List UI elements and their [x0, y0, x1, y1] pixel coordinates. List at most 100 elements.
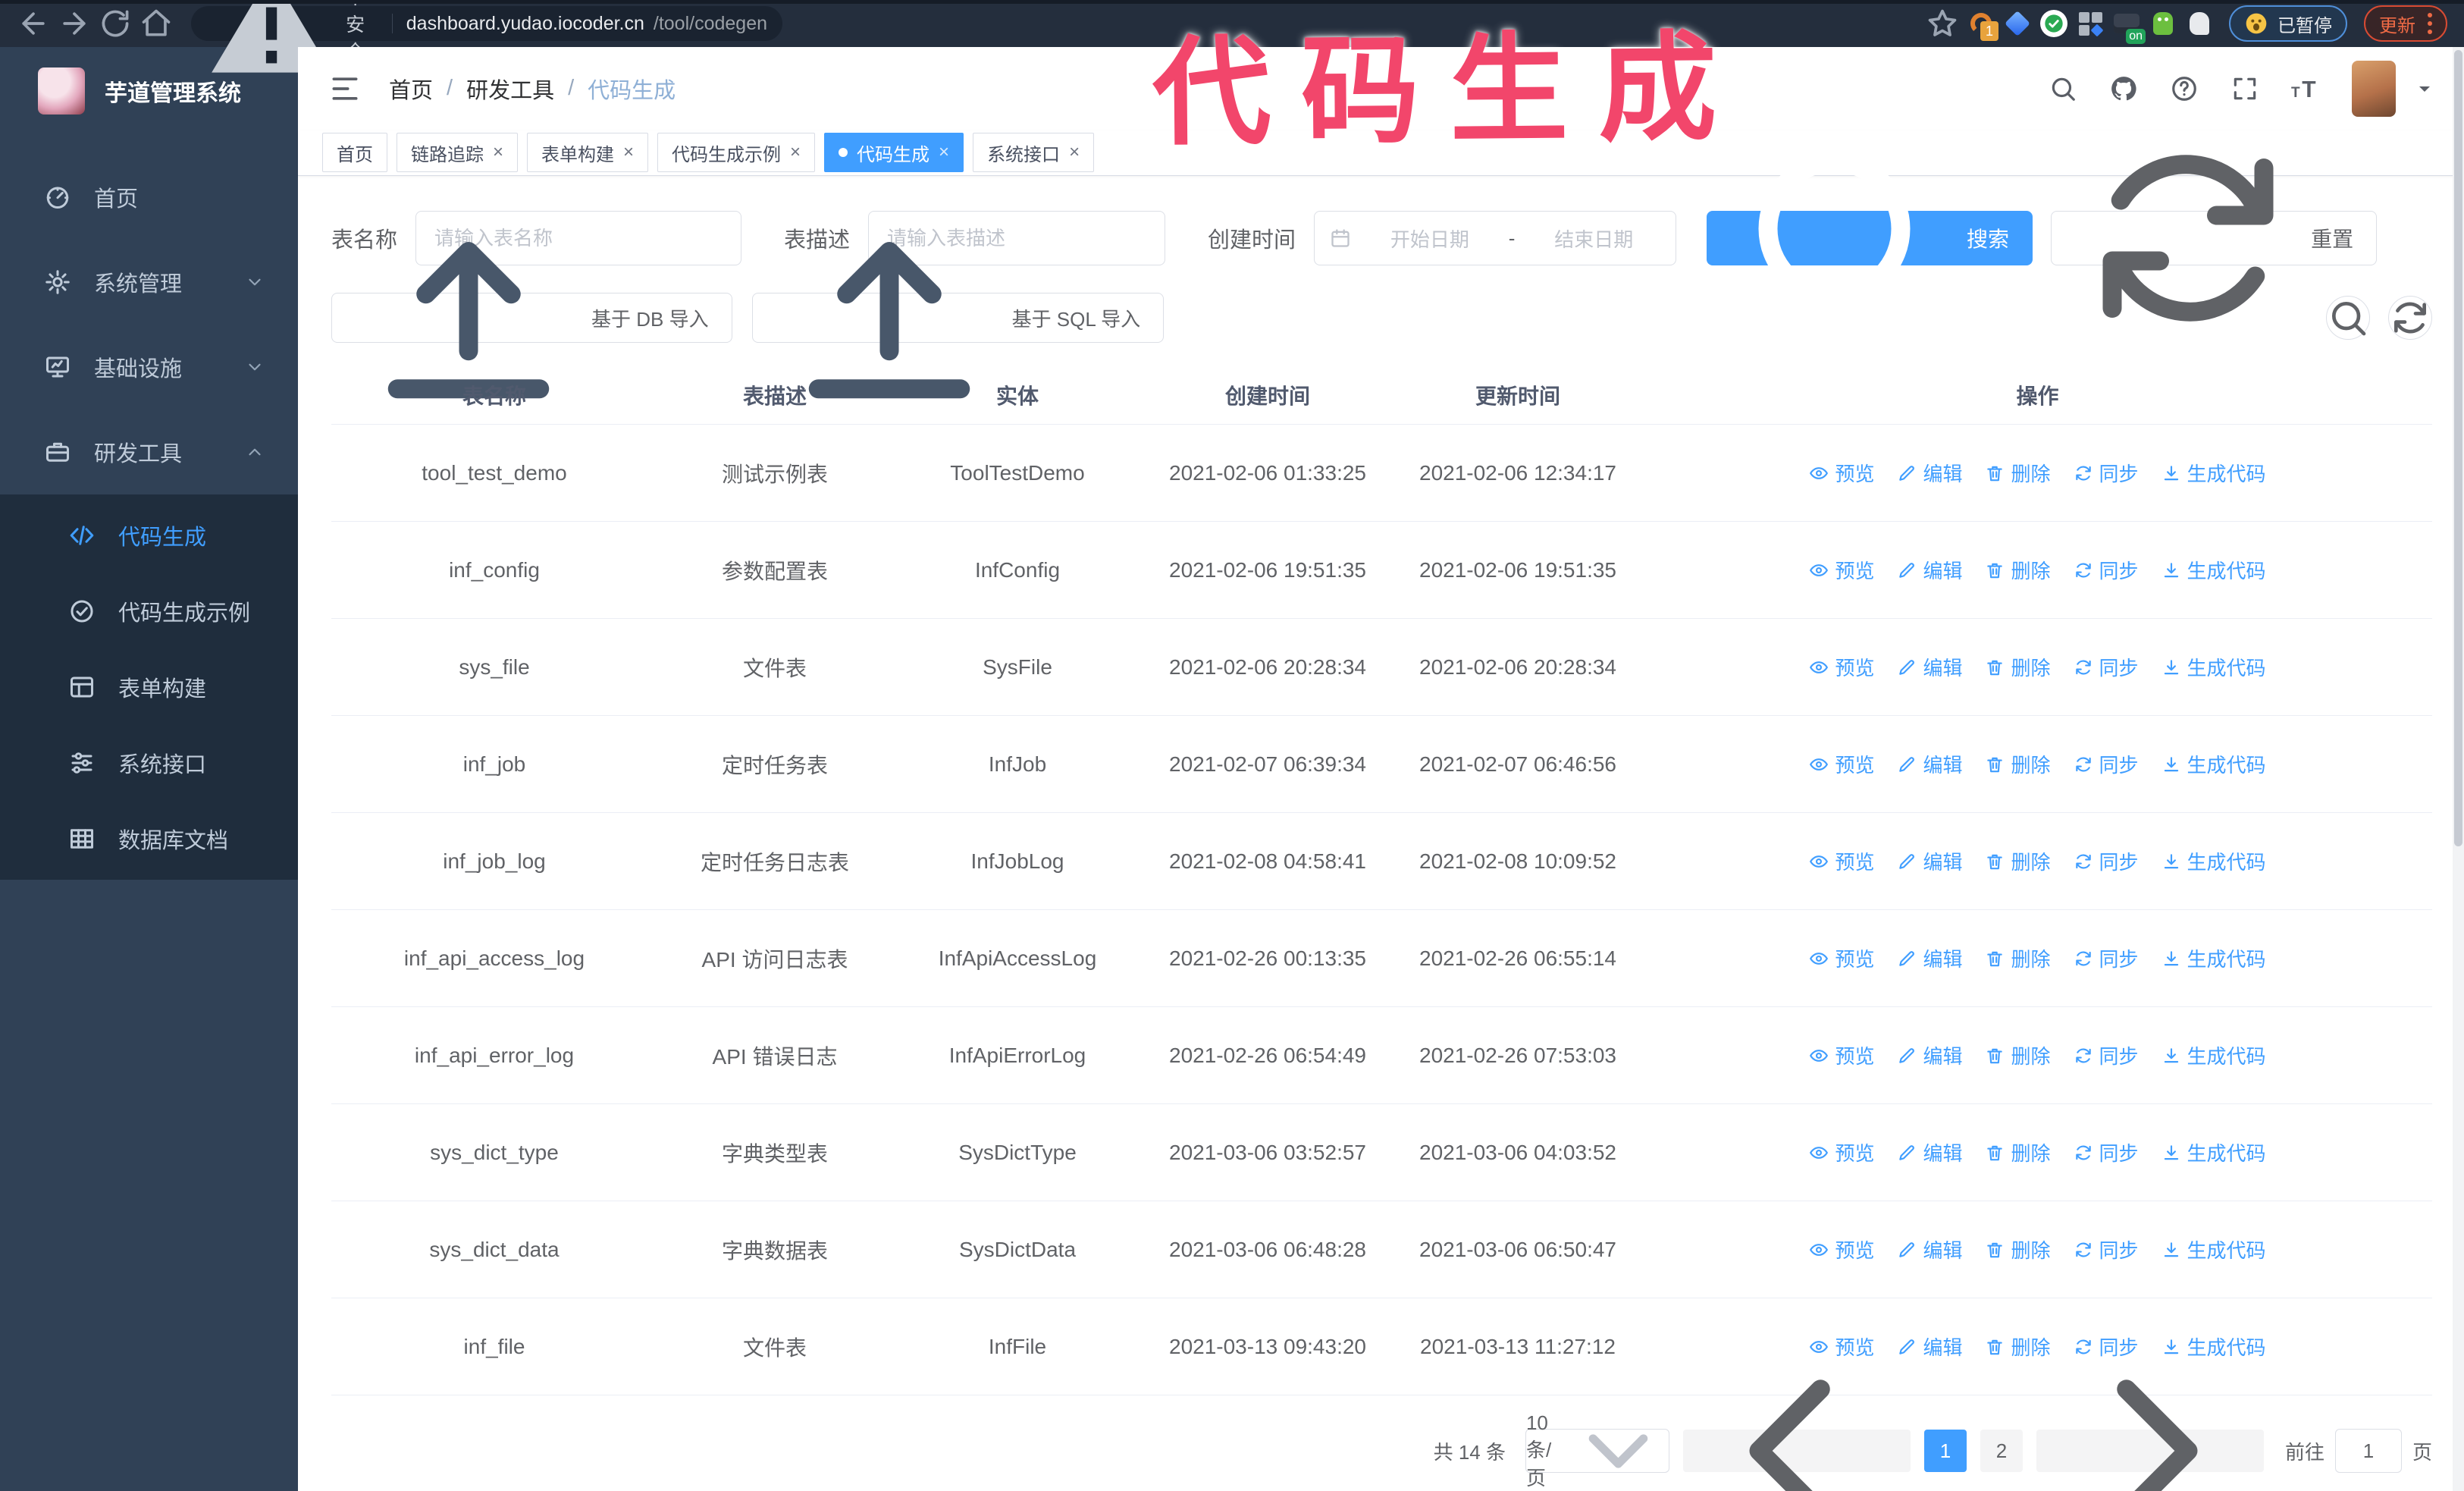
extension-droid[interactable] [2149, 9, 2177, 38]
edit-link[interactable]: 编辑 [1897, 653, 1962, 681]
delete-link[interactable]: 删除 [1985, 556, 2051, 584]
sync-link[interactable]: 同步 [2074, 459, 2139, 487]
view-tab-1[interactable]: 链路追踪 × [397, 133, 519, 173]
extension-orange-ring[interactable]: 1 [1967, 9, 1998, 41]
delete-link[interactable]: 删除 [1985, 944, 2051, 972]
tab-close-icon[interactable]: × [493, 142, 503, 163]
extension-grid[interactable] [2076, 9, 2105, 38]
sidebar-toggle-button[interactable] [328, 72, 362, 105]
generate-code-link[interactable]: 生成代码 [2161, 556, 2266, 584]
preview-link[interactable]: 预览 [1809, 1138, 1874, 1166]
sync-link[interactable]: 同步 [2074, 944, 2139, 972]
preview-link[interactable]: 预览 [1809, 1235, 1874, 1263]
generate-code-link[interactable]: 生成代码 [2161, 944, 2266, 972]
preview-link[interactable]: 预览 [1809, 1041, 1874, 1069]
generate-code-link[interactable]: 生成代码 [2161, 1138, 2266, 1166]
sync-link[interactable]: 同步 [2074, 556, 2139, 584]
sidebar-item-sub-2[interactable]: 表单构建 [0, 649, 298, 725]
sync-link[interactable]: 同步 [2074, 847, 2139, 875]
sync-link[interactable]: 同步 [2074, 653, 2139, 681]
view-tab-4[interactable]: 代码生成 × [824, 133, 964, 173]
goto-page-input[interactable] [2334, 1429, 2402, 1473]
sidebar-item-1[interactable]: 系统管理 [0, 240, 298, 325]
view-tab-0[interactable]: 首页 [322, 133, 387, 173]
delete-link[interactable]: 删除 [1985, 847, 2051, 875]
edit-link[interactable]: 编辑 [1897, 847, 1962, 875]
edit-link[interactable]: 编辑 [1897, 556, 1962, 584]
delete-link[interactable]: 删除 [1985, 1235, 2051, 1263]
toggle-search-button[interactable] [2326, 296, 2370, 340]
breadcrumb-dev-tools[interactable]: 研发工具 [466, 73, 554, 105]
delete-link[interactable]: 删除 [1985, 1138, 2051, 1166]
edit-link[interactable]: 编辑 [1897, 944, 1962, 972]
sidebar-item-sub-4[interactable]: 数据库文档 [0, 801, 298, 877]
address-bar[interactable]: 不安全 dashboard.yudao.iocoder.cn/tool/code… [191, 0, 782, 73]
reset-button[interactable]: 重置 [2051, 155, 2378, 322]
import-sql-button[interactable]: 基于 SQL 导入 [751, 242, 1165, 399]
preview-link[interactable]: 预览 [1809, 556, 1874, 584]
preview-link[interactable]: 预览 [1809, 459, 1874, 487]
tab-close-icon[interactable]: × [623, 142, 634, 163]
generate-code-link[interactable]: 生成代码 [2161, 459, 2266, 487]
extension-ghost[interactable] [2185, 9, 2214, 38]
sidebar-item-0[interactable]: 首页 [0, 155, 298, 240]
page-scrollbar[interactable] [2453, 47, 2464, 1491]
edit-link[interactable]: 编辑 [1897, 750, 1962, 778]
tab-close-icon[interactable]: × [939, 142, 949, 163]
import-db-button[interactable]: 基于 DB 导入 [331, 242, 732, 399]
sync-link[interactable]: 同步 [2074, 1041, 2139, 1069]
generate-code-link[interactable]: 生成代码 [2161, 653, 2266, 681]
edit-link[interactable]: 编辑 [1897, 1235, 1962, 1263]
prev-page-button[interactable] [1682, 1380, 1911, 1491]
font-size-icon[interactable]: TT [2291, 74, 2320, 103]
sync-link[interactable]: 同步 [2074, 1138, 2139, 1166]
search-button[interactable]: 搜索 [1707, 152, 2033, 333]
page-size-select[interactable]: 10条/页 [1525, 1411, 1669, 1489]
tab-close-icon[interactable]: × [790, 142, 801, 163]
user-avatar[interactable] [2352, 60, 2396, 117]
delete-link[interactable]: 删除 [1985, 750, 2051, 778]
page-button-1[interactable]: 1 [1923, 1430, 1967, 1472]
view-tab-2[interactable]: 表单构建 × [527, 133, 649, 173]
edit-link[interactable]: 编辑 [1897, 459, 1962, 487]
delete-link[interactable]: 删除 [1985, 459, 2051, 487]
sidebar-item-2[interactable]: 基础设施 [0, 325, 298, 410]
browser-back-button[interactable] [17, 7, 50, 40]
sidebar-item-sub-3[interactable]: 系统接口 [0, 725, 298, 801]
page-button-2[interactable]: 2 [1980, 1430, 2023, 1472]
sync-link[interactable]: 同步 [2074, 1235, 2139, 1263]
browser-reload-button[interactable] [99, 7, 132, 40]
header-search-icon[interactable] [2049, 74, 2077, 103]
chrome-menu-dots-icon[interactable] [2428, 13, 2432, 34]
extension-gem[interactable] [2003, 9, 2032, 38]
generate-code-link[interactable]: 生成代码 [2161, 750, 2266, 778]
sidebar-item-sub-1[interactable]: 代码生成示例 [0, 573, 298, 649]
view-tab-5[interactable]: 系统接口 × [973, 133, 1095, 173]
tab-close-icon[interactable]: × [1069, 142, 1080, 163]
scrollbar-thumb[interactable] [2454, 50, 2462, 846]
browser-home-button[interactable] [140, 7, 173, 40]
browser-forward-button[interactable] [58, 7, 91, 40]
bookmark-star-button[interactable] [1926, 7, 1959, 40]
profile-paused-pill[interactable]: 已暂停 [2229, 5, 2347, 42]
generate-code-link[interactable]: 生成代码 [2161, 1235, 2266, 1263]
sync-link[interactable]: 同步 [2074, 750, 2139, 778]
sidebar-item-sub-0[interactable]: 代码生成 [0, 498, 298, 573]
browser-update-button[interactable]: 更新 [2364, 5, 2447, 42]
delete-link[interactable]: 删除 [1985, 653, 2051, 681]
next-page-button[interactable] [2036, 1380, 2264, 1491]
preview-link[interactable]: 预览 [1809, 750, 1874, 778]
generate-code-link[interactable]: 生成代码 [2161, 1041, 2266, 1069]
fullscreen-icon[interactable] [2230, 74, 2259, 103]
generate-code-link[interactable]: 生成代码 [2161, 847, 2266, 875]
refresh-table-button[interactable] [2388, 296, 2432, 340]
preview-link[interactable]: 预览 [1809, 944, 1874, 972]
date-range-picker[interactable]: 开始日期 - 结束日期 [1314, 211, 1677, 265]
sidebar-item-3[interactable]: 研发工具 [0, 410, 298, 494]
edit-link[interactable]: 编辑 [1897, 1138, 1962, 1166]
delete-link[interactable]: 删除 [1985, 1041, 2051, 1069]
extension-dark[interactable]: on [2112, 9, 2146, 44]
preview-link[interactable]: 预览 [1809, 653, 1874, 681]
github-icon[interactable] [2109, 74, 2138, 103]
extension-check[interactable] [2039, 9, 2068, 38]
